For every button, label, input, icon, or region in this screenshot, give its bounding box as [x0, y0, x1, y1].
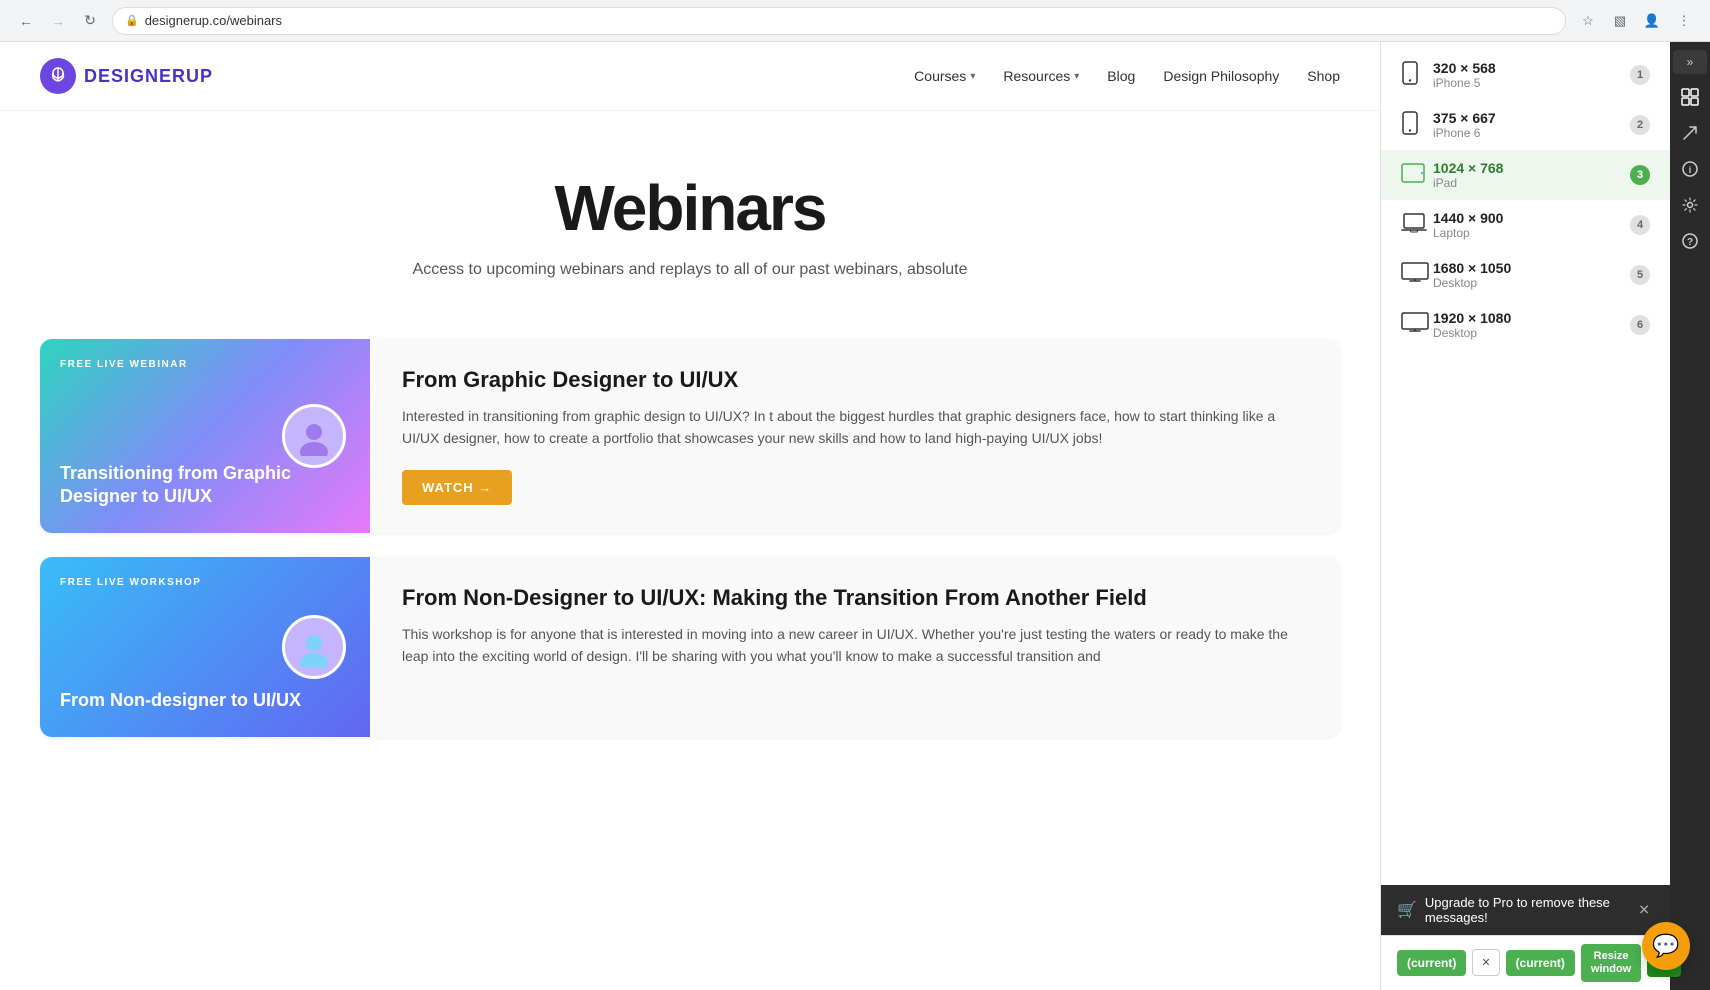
device-item-desktop1[interactable]: 1680 × 1050 Desktop 5 — [1381, 250, 1670, 300]
logo-text: DESIGNERUP — [84, 66, 213, 87]
device-info-desktop2: 1920 × 1080 Desktop — [1433, 310, 1630, 340]
reload-button[interactable]: ↻ — [76, 7, 104, 35]
page-title: Webinars — [40, 171, 1340, 245]
site-nav: DESIGNERUP Courses ▾ Resources ▾ Blog De… — [0, 42, 1380, 111]
phone-md-icon — [1401, 111, 1433, 140]
upgrade-banner: 🛒 Upgrade to Pro to remove these message… — [1381, 885, 1670, 935]
device-info-iphone6: 375 × 667 iPhone 6 — [1433, 110, 1630, 140]
tablet-icon — [1401, 162, 1433, 189]
lock-icon: 🔒 — [125, 14, 139, 27]
resize-current-2-button[interactable]: (current) — [1506, 950, 1575, 976]
device-panel: 320 × 568 iPhone 5 1 375 × 667 iPhone 6 … — [1380, 42, 1670, 990]
watch-button-1[interactable]: WATCH → — [402, 470, 512, 505]
help-tool-button[interactable]: ? — [1673, 224, 1707, 258]
profile-button[interactable]: 👤 — [1638, 7, 1666, 35]
device-item-iphone5[interactable]: 320 × 568 iPhone 5 1 — [1381, 50, 1670, 100]
hero-section: Webinars Access to upcoming webinars and… — [0, 111, 1380, 319]
webinar-thumb-title-2: From Non-designer to UI/UX — [60, 689, 350, 712]
phone-sm-icon — [1401, 61, 1433, 90]
browser-chrome: ← → ↻ 🔒 designerup.co/webinars ☆ ▧ 👤 ⋮ — [0, 0, 1710, 42]
nav-blog[interactable]: Blog — [1107, 68, 1135, 84]
device-item-desktop2[interactable]: 1920 × 1080 Desktop 6 — [1381, 300, 1670, 350]
webinar-title-2: From Non-Designer to UI/UX: Making the T… — [402, 585, 1308, 611]
hero-subtitle: Access to upcoming webinars and replays … — [340, 261, 1040, 279]
nav-buttons: ← → ↻ — [12, 7, 104, 35]
device-info-ipad: 1024 × 768 iPad — [1433, 160, 1630, 190]
resize-x-button[interactable]: ✕ — [1472, 949, 1499, 976]
site-logo[interactable]: DESIGNERUP — [40, 58, 213, 94]
webinar-description-2: This workshop is for anyone that is inte… — [402, 623, 1308, 668]
forward-button[interactable]: → — [44, 7, 72, 35]
resize-controls: (current) ✕ (current) Resize window → — [1381, 935, 1670, 990]
webinar-thumbnail-1: FREE LIVE WEBINAR Transitioning from Gra… — [40, 339, 370, 533]
device-item-ipad[interactable]: 1024 × 768 iPad 3 — [1381, 150, 1670, 200]
webinar-body-2: From Non-Designer to UI/UX: Making the T… — [370, 557, 1340, 737]
website-content: DESIGNERUP Courses ▾ Resources ▾ Blog De… — [0, 42, 1380, 990]
upgrade-message: Upgrade to Pro to remove these messages! — [1425, 895, 1654, 925]
webinar-thumbnail-2: FREE LIVE WORKSHOP From Non-designer to … — [40, 557, 370, 737]
resize-window-button[interactable]: Resize window — [1581, 944, 1641, 982]
webinar-badge-2: FREE LIVE WORKSHOP — [60, 577, 201, 588]
back-button[interactable]: ← — [12, 7, 40, 35]
device-item-iphone6[interactable]: 375 × 667 iPhone 6 2 — [1381, 100, 1670, 150]
webinar-title-1: From Graphic Designer to UI/UX — [402, 367, 1308, 393]
address-bar[interactable]: 🔒 designerup.co/webinars — [112, 7, 1566, 35]
device-info-laptop: 1440 × 900 Laptop — [1433, 210, 1630, 240]
nav-design-philosophy[interactable]: Design Philosophy — [1163, 68, 1279, 84]
webinar-card: FREE LIVE WEBINAR Transitioning from Gra… — [40, 339, 1340, 533]
nav-resources[interactable]: Resources ▾ — [1003, 68, 1079, 84]
svg-text:?: ? — [1687, 237, 1693, 248]
extension-button[interactable]: ▧ — [1606, 7, 1634, 35]
arrow-tool-button[interactable] — [1673, 116, 1707, 150]
webinar-avatar-1 — [282, 404, 346, 468]
webinars-list: FREE LIVE WEBINAR Transitioning from Gra… — [0, 319, 1380, 757]
cart-icon: 🛒 — [1397, 900, 1417, 920]
star-button[interactable]: ☆ — [1574, 7, 1602, 35]
page-container: DESIGNERUP Courses ▾ Resources ▾ Blog De… — [0, 42, 1710, 990]
info-tool-button[interactable]: i — [1673, 152, 1707, 186]
upgrade-close-button[interactable]: ✕ — [1634, 899, 1654, 920]
desktop-icon — [1401, 261, 1433, 290]
laptop-icon — [1401, 212, 1433, 239]
webinar-card-2: FREE LIVE WORKSHOP From Non-designer to … — [40, 557, 1340, 737]
webinar-avatar-2 — [282, 615, 346, 679]
url-text: designerup.co/webinars — [145, 13, 282, 28]
chat-button[interactable]: 💬 — [1642, 922, 1690, 970]
layout-tool-button[interactable] — [1673, 80, 1707, 114]
device-info-desktop1: 1680 × 1050 Desktop — [1433, 260, 1630, 290]
logo-icon — [40, 58, 76, 94]
webinar-body-1: From Graphic Designer to UI/UX Intereste… — [370, 339, 1340, 533]
resources-arrow-icon: ▾ — [1074, 71, 1079, 82]
browser-actions: ☆ ▧ 👤 ⋮ — [1574, 7, 1698, 35]
nav-courses[interactable]: Courses ▾ — [914, 68, 975, 84]
nav-links: Courses ▾ Resources ▾ Blog Design Philos… — [914, 68, 1340, 84]
webinar-thumb-title-1: Transitioning from Graphic Designer to U… — [60, 462, 350, 509]
sidebar-expand-button[interactable]: » — [1673, 50, 1707, 74]
device-list: 320 × 568 iPhone 5 1 375 × 667 iPhone 6 … — [1381, 42, 1670, 885]
device-item-laptop[interactable]: 1440 × 900 Laptop 4 — [1381, 200, 1670, 250]
svg-text:i: i — [1689, 165, 1692, 175]
device-info-iphone5: 320 × 568 iPhone 5 — [1433, 60, 1630, 90]
desktop-lg-icon — [1401, 311, 1433, 340]
right-sidebar: » i — [1670, 42, 1710, 990]
menu-button[interactable]: ⋮ — [1670, 7, 1698, 35]
resize-current-1-button[interactable]: (current) — [1397, 950, 1466, 976]
webinar-badge-1: FREE LIVE WEBINAR — [60, 359, 188, 370]
settings-tool-button[interactable] — [1673, 188, 1707, 222]
webinar-description-1: Interested in transitioning from graphic… — [402, 405, 1308, 450]
courses-arrow-icon: ▾ — [970, 71, 975, 82]
chat-icon: 💬 — [1652, 933, 1679, 959]
nav-shop[interactable]: Shop — [1307, 68, 1340, 84]
